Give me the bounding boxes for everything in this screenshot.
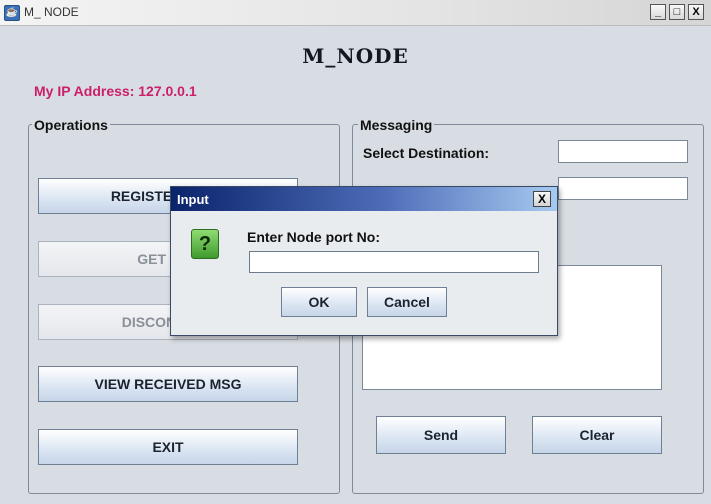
java-cup-icon: ☕	[4, 5, 20, 21]
ip-address-label: My IP Address: 127.0.0.1	[34, 83, 197, 99]
question-icon: ?	[191, 229, 219, 259]
dialog-close-button[interactable]: X	[533, 191, 551, 207]
select-destination-label: Select Destination:	[363, 145, 490, 161]
minimize-button[interactable]: _	[650, 4, 666, 20]
secondary-field[interactable]	[558, 177, 688, 200]
dialog-prompt: Enter Node port No:	[247, 229, 380, 245]
window-title-bar[interactable]: ☕ M_ NODE _ □ X	[0, 0, 711, 26]
messaging-group-title: Messaging	[358, 117, 435, 133]
destination-field[interactable]	[558, 140, 688, 163]
clear-button[interactable]: Clear	[532, 416, 662, 454]
send-button[interactable]: Send	[376, 416, 506, 454]
cancel-button[interactable]: Cancel	[367, 287, 447, 317]
ok-button[interactable]: OK	[281, 287, 357, 317]
dialog-title: Input	[177, 192, 209, 207]
maximize-button[interactable]: □	[669, 4, 685, 20]
app-heading: M_NODE	[302, 44, 409, 68]
input-dialog: Input X ? Enter Node port No: OK Cancel	[170, 186, 558, 336]
exit-button[interactable]: EXIT	[38, 429, 298, 465]
view-received-msg-button[interactable]: VIEW RECEIVED MSG	[38, 366, 298, 402]
port-number-input[interactable]	[249, 251, 539, 273]
dialog-title-bar[interactable]: Input X	[171, 187, 557, 211]
close-button[interactable]: X	[688, 4, 704, 20]
operations-group-title: Operations	[32, 117, 110, 133]
window-title: M_ NODE	[24, 5, 79, 19]
